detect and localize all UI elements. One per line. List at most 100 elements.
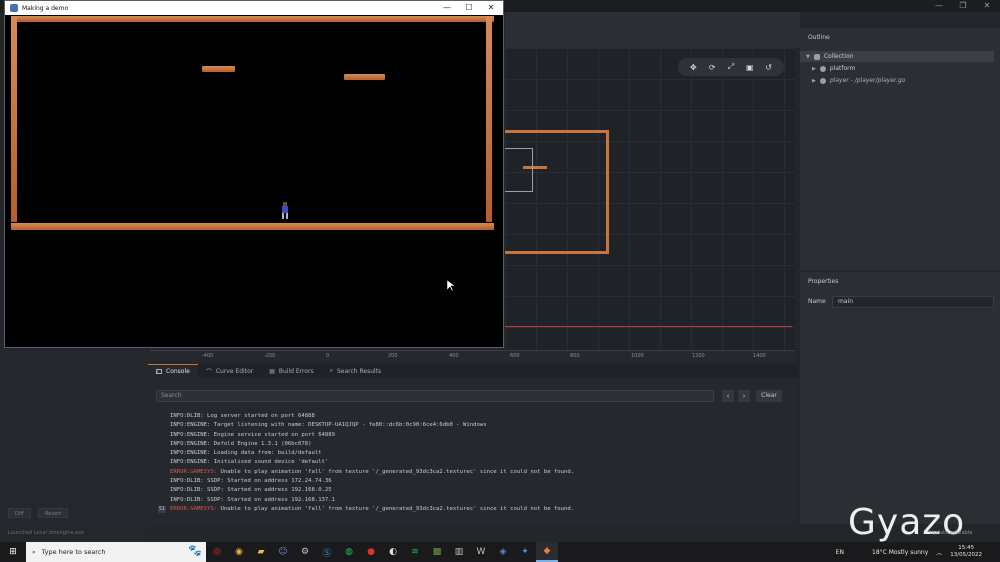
property-name-input[interactable]: main	[832, 296, 994, 308]
expand-arrow-icon[interactable]: ▼	[806, 54, 810, 60]
log-message: Defold Engine 1.3.1 (06bc078)	[210, 440, 312, 447]
game-window-title: Making a demo	[22, 4, 69, 12]
log-message: Initialised sound device 'default'	[210, 459, 329, 466]
tab-search-results[interactable]: ⌕ Search Results	[322, 364, 390, 378]
collection-icon	[813, 53, 820, 60]
game-window-title-bar[interactable]: Making a demo — ☐ ✕	[5, 1, 503, 15]
properties-panel: Properties Name main	[800, 272, 1000, 524]
next-match-button[interactable]: ›	[738, 390, 750, 402]
tray-overflow-icon[interactable]: ︿	[936, 548, 942, 557]
revert-button[interactable]: Revert	[38, 508, 69, 518]
ruler-tick: 1000	[631, 353, 644, 359]
diff-button[interactable]: Diff	[8, 508, 31, 518]
log-prefix: INFO:DLIB:	[170, 478, 204, 485]
controller-icon[interactable]: ◈	[492, 542, 514, 562]
weather-widget[interactable]: 18°C Mostly sunny	[872, 549, 928, 556]
file-explorer-icon[interactable]: ▰	[250, 542, 272, 562]
system-tray: EN 18°C Mostly sunny ︿ 15:45 13/05/2022	[836, 542, 1000, 562]
outline-item-platform[interactable]: ▶ platform	[812, 63, 855, 74]
github-icon[interactable]: ◐	[382, 542, 404, 562]
log-prefix: INFO:DLIB:	[170, 413, 204, 419]
tab-label: Build Errors	[278, 367, 314, 375]
defold-icon[interactable]: ◆	[536, 542, 558, 562]
outline-title: Outline	[808, 34, 830, 41]
console-info-line: INFO:ENGINE: Engine service started on p…	[158, 431, 788, 440]
ceiling-wall	[11, 16, 494, 22]
update-caption: Update available	[930, 530, 973, 536]
record-icon[interactable]: ●	[360, 542, 382, 562]
game-window[interactable]: Making a demo — ☐ ✕	[4, 0, 504, 348]
log-message: SSDP: Started on address 172.24.74.36	[203, 478, 332, 485]
clear-console-button[interactable]: Clear	[756, 390, 782, 402]
editor-minimize-button[interactable]: —	[928, 0, 950, 12]
editor-icon[interactable]: ▥	[448, 542, 470, 562]
ruler-tick: 400	[449, 353, 459, 359]
console-panel: › Console ⌒ Curve Editor ▤ Build Errors …	[148, 364, 798, 524]
game-object-icon	[819, 65, 826, 72]
mouse-cursor-icon	[447, 280, 455, 292]
ruler-tick: 600	[510, 353, 520, 359]
word-icon[interactable]: W	[470, 542, 492, 562]
log-message: Engine service started on port 64889	[210, 431, 336, 438]
windows-taskbar: ⊞ ⌕ Type here to search 🐾 ◎ ◉ ▰ ☺ ⚙ Ⓢ ◍ ● ◐ ≋ ▩ ▥ W ◈…	[0, 542, 1000, 562]
changed-files-panel: Diff Revert	[0, 350, 148, 542]
outline-item-label: platform	[829, 65, 856, 72]
scene-red-line	[505, 326, 792, 327]
taskbar-search-box[interactable]: ⌕ Type here to search 🐾	[26, 542, 206, 562]
log-prefix: INFO:ENGINE:	[170, 440, 211, 447]
outline-item-collection[interactable]: ▼ Collection	[800, 51, 994, 62]
collapse-arrow-icon[interactable]: ▶	[812, 78, 816, 84]
chrome-icon[interactable]: ◉	[228, 542, 250, 562]
console-log: INFO:DLIB: Log server started on port 64…	[158, 412, 788, 514]
editor-restore-button[interactable]: ❐	[952, 0, 974, 12]
log-prefix: INFO:ENGINE:	[170, 422, 211, 429]
taskbar-clock[interactable]: 15:45 13/05/2022	[950, 545, 982, 559]
tab-curve-editor[interactable]: ⌒ Curve Editor	[198, 364, 261, 378]
log-prefix: INFO:ENGINE:	[170, 450, 211, 457]
previous-match-button[interactable]: ‹	[722, 390, 734, 402]
tab-build-errors[interactable]: ▤ Build Errors	[261, 364, 321, 378]
chrome-blue-icon[interactable]: ✦	[514, 542, 536, 562]
move-tool-icon[interactable]: ✥	[686, 63, 700, 72]
outline-item-player[interactable]: ▶ player - /player/player.go	[812, 75, 905, 86]
console-info-line: INFO:DLIB: Log server started on port 64…	[158, 412, 788, 421]
outline-panel: Outline ▼ Collection ▶ platform ▶ player…	[800, 28, 1000, 270]
log-prefix: INFO:ENGINE:	[170, 431, 211, 438]
scene-view[interactable]	[505, 48, 795, 350]
ruler-tick: 1200	[692, 353, 705, 359]
curve-icon: ⌒	[205, 368, 212, 376]
tab-label: Search Results	[337, 367, 382, 375]
opera-icon[interactable]: ◎	[206, 542, 228, 562]
log-message: Loading data from: build/default	[210, 450, 322, 457]
spotify-app-icon[interactable]: ◍	[338, 542, 360, 562]
editor-close-button[interactable]: ✕	[976, 0, 998, 12]
spotify-icon[interactable]: ≋	[404, 542, 426, 562]
search-highlight-icon: 🐾	[188, 544, 202, 557]
console-info-line: INFO:ENGINE: Initialised sound device 'd…	[158, 458, 788, 467]
console-info-line: INFO:DLIB: SSDP: Started on address 192.…	[158, 486, 788, 495]
ruler-tick: 0	[326, 353, 330, 359]
reset-tool-icon[interactable]: ↺	[762, 63, 776, 72]
log-prefix: ERROR:GAMESYS:	[170, 505, 218, 512]
collapse-arrow-icon[interactable]: ▶	[812, 66, 816, 72]
minecraft-icon[interactable]: ▩	[426, 542, 448, 562]
floating-platform	[202, 66, 235, 72]
game-minimize-button[interactable]: —	[435, 1, 459, 15]
discord-icon[interactable]: ☺	[272, 542, 294, 562]
console-search-input[interactable]: Search	[156, 390, 714, 402]
scale-tool-icon[interactable]: ⤢	[724, 62, 738, 72]
rotate-tool-icon[interactable]: ⟳	[705, 63, 719, 72]
skype-icon[interactable]: Ⓢ	[316, 542, 338, 562]
camera-tool-icon[interactable]: ▣	[743, 63, 757, 72]
ruler-tick: 200	[388, 353, 398, 359]
game-maximize-button[interactable]: ☐	[457, 1, 481, 15]
steam-icon[interactable]: ⚙	[294, 542, 316, 562]
tab-console[interactable]: › Console	[148, 364, 198, 378]
game-close-button[interactable]: ✕	[479, 1, 503, 15]
windows-start-button[interactable]: ⊞	[0, 542, 26, 562]
tab-label: Curve Editor	[215, 367, 254, 375]
log-message: Target listening with name: DESKTOP-UA1Q…	[210, 422, 487, 429]
ruler-tick: 800	[570, 353, 580, 359]
taskbar-apps: ◎ ◉ ▰ ☺ ⚙ Ⓢ ◍ ● ◐ ≋ ▩ ▥ W ◈ ✦ ◆	[206, 542, 558, 562]
language-indicator[interactable]: EN	[836, 549, 844, 556]
